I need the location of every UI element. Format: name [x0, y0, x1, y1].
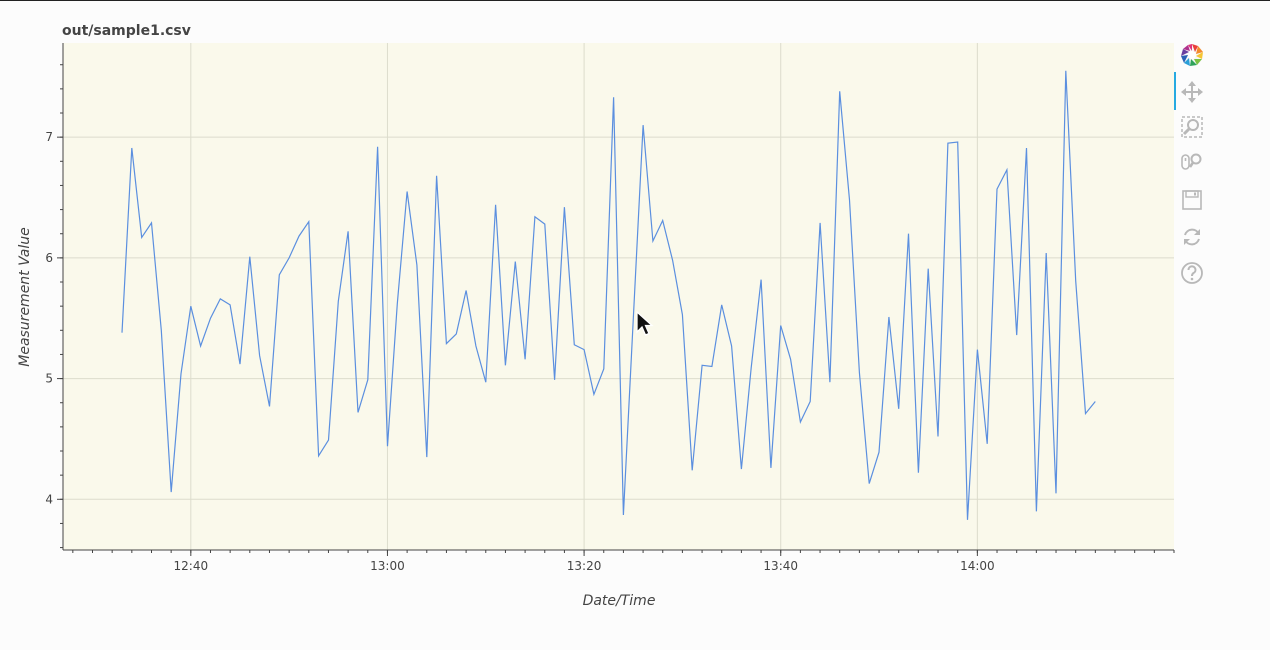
x-axis-label: Date/Time: [583, 593, 656, 609]
y-axis-label: Measurement Value: [17, 227, 33, 367]
help-icon[interactable]: [1178, 259, 1206, 287]
mouse-cursor-icon: [636, 310, 654, 343]
active-tool-indicator: [1174, 72, 1176, 110]
x-tick-label: 13:00: [370, 559, 405, 573]
reset-icon[interactable]: [1178, 223, 1206, 251]
y-tick-label: 4: [45, 492, 53, 506]
save-icon[interactable]: [1178, 186, 1206, 214]
x-tick-label: 13:40: [763, 559, 798, 573]
chart-toolbar: [1174, 38, 1208, 298]
x-axis: 12:40 13:00 13:20 13:40 14:00: [72, 550, 1175, 573]
x-tick-label: 13:20: [567, 559, 602, 573]
x-tick-label: 12:40: [174, 559, 209, 573]
box-zoom-icon[interactable]: [1178, 113, 1206, 141]
pan-icon[interactable]: [1178, 78, 1206, 106]
x-tick-label: 14:00: [960, 559, 995, 573]
y-axis: 4 5 6 7: [45, 64, 63, 549]
y-tick-label: 6: [45, 251, 53, 265]
y-tick-label: 5: [45, 372, 53, 386]
chart-title: out/sample1.csv: [62, 23, 191, 39]
y-tick-label: 7: [45, 130, 53, 144]
line-chart[interactable]: out/sample1.csv 4 5 6 7 12:40 13:00 13:20 13:4…: [0, 0, 1270, 650]
wheel-zoom-icon[interactable]: [1178, 148, 1206, 176]
bokeh-logo-icon[interactable]: [1178, 41, 1206, 69]
